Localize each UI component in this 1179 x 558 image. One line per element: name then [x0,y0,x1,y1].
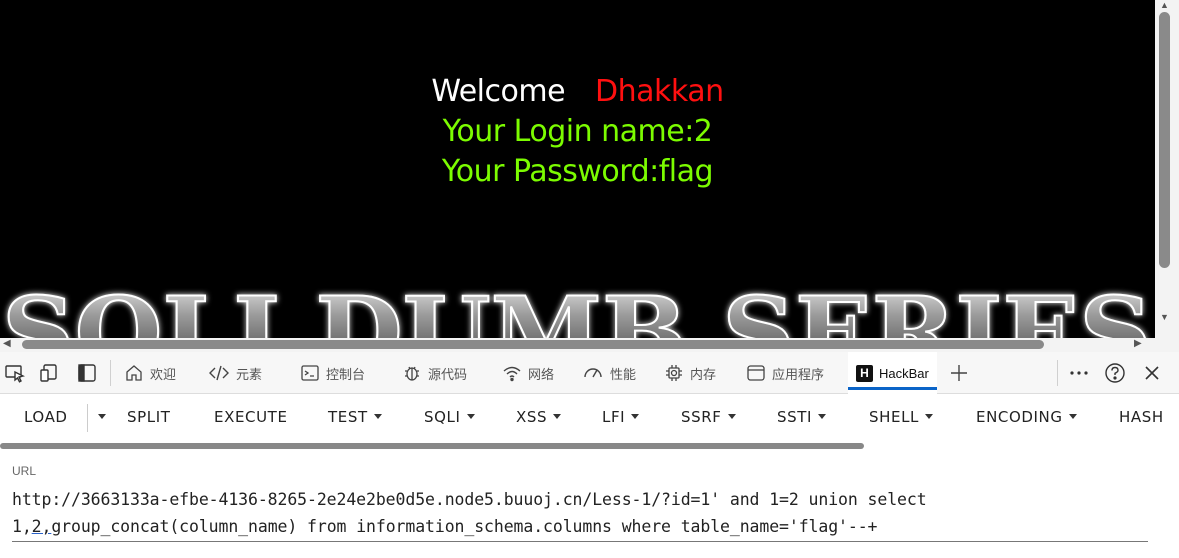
horizontal-scroll-thumb[interactable] [22,340,1044,349]
hackbar-toolbar: LOAD SPLIT EXECUTE TEST SQLI XSS LFI SSR… [0,394,1179,442]
tab-network[interactable]: 网络 [502,352,554,394]
tab-hackbar[interactable]: H HackBar [848,352,937,394]
device-emulation-icon[interactable] [38,362,60,384]
tab-label: 欢迎 [150,366,177,382]
home-icon [126,365,142,381]
tab-elements[interactable]: 元素 [208,352,262,394]
lfi-menu-button[interactable]: LFI [602,408,640,426]
hackbar-toolbar-scrollbar[interactable] [0,443,864,449]
url-textarea[interactable]: http://3663133a-efbe-4136-8265-2e24e2be0… [12,486,1148,542]
chevron-down-icon [1068,414,1077,419]
chevron-down-icon [818,414,827,419]
chevron-down-icon [373,414,382,419]
chevron-down-icon [466,414,475,419]
load-button[interactable]: LOAD [24,408,68,426]
ssrf-label: SSRF [681,408,722,426]
url-label: URL [12,464,37,478]
chevron-down-icon [727,414,736,419]
url-text-part: group_concat(column_name) from informati… [51,517,878,536]
vertical-scroll-thumb[interactable] [1159,12,1170,268]
chip-icon [666,365,682,381]
tab-sources[interactable]: 源代码 [402,352,467,394]
wifi-icon [503,366,521,382]
toolbar-divider [110,360,111,386]
tab-label: 性能 [610,366,637,382]
ssrf-menu-button[interactable]: SSRF [681,408,736,426]
code-icon [209,365,229,381]
hackbar-icon: H [856,364,873,382]
scroll-up-icon[interactable]: ▲ [1160,0,1169,10]
shell-menu-button[interactable]: SHELL [869,408,933,426]
sqli-label: SQLI [424,408,461,426]
tab-label: 网络 [528,366,555,382]
ssti-label: SSTI [777,408,813,426]
chevron-down-icon [631,414,640,419]
xss-label: XSS [516,408,548,426]
inspect-element-icon[interactable] [4,362,26,384]
app-window-icon [747,365,765,381]
chevron-down-icon [925,414,933,419]
more-options-icon[interactable] [1068,362,1090,384]
console-icon [301,365,319,381]
tab-memory[interactable]: 内存 [664,352,716,394]
login-name-text: Your Login name:2 [442,114,713,149]
split-button[interactable]: SPLIT [127,408,171,426]
sqli-menu-button[interactable]: SQLI [424,408,475,426]
devtools-tab-bar: 欢迎 元素 控制台 源代码 网络 性能 内存 应用程序 H HackBar [0,352,1179,394]
sidebar-toggle-icon[interactable] [76,362,98,384]
tab-label: 元素 [236,366,263,382]
url-text[interactable]: http://3663133a-efbe-4136-8265-2e24e2be0… [12,486,1148,540]
sqli-dumb-series-banner: SQLI DUMB SERIES [0,274,1155,338]
tab-welcome[interactable]: 欢迎 [124,352,176,394]
tab-label: HackBar [879,365,929,381]
lfi-label: LFI [602,408,626,426]
test-menu-button[interactable]: TEST [328,408,382,426]
load-dropdown-button[interactable] [92,408,106,426]
tab-label: 内存 [690,366,717,382]
encoding-label: ENCODING [976,408,1063,426]
tab-label: 应用程序 [772,366,825,382]
close-icon[interactable] [1141,362,1163,384]
scroll-left-icon[interactable]: ◀ [3,338,11,349]
gauge-icon [584,368,602,378]
page-viewport: Welcome Dhakkan Your Login name:2 Your Pa… [0,0,1155,338]
scroll-right-icon[interactable]: ▶ [1134,338,1142,349]
xss-menu-button[interactable]: XSS [516,408,562,426]
chevron-down-icon [553,414,562,419]
tab-application[interactable]: 应用程序 [746,352,824,394]
scrollbar-corner [1155,338,1179,352]
chevron-down-icon [98,414,106,419]
encoding-menu-button[interactable]: ENCODING [976,408,1077,426]
scroll-down-icon[interactable]: ▼ [1160,312,1169,322]
horizontal-scrollbar[interactable]: ◀ ▶ [0,338,1155,352]
tab-console[interactable]: 控制台 [300,352,365,394]
password-text: Your Password:flag [441,154,714,189]
toolbar-divider [1057,360,1058,386]
bug-icon [405,366,419,381]
welcome-line: Welcome Dhakkan [0,74,1155,109]
vertical-scrollbar[interactable]: ▲ ▼ [1155,0,1179,338]
execute-button[interactable]: EXECUTE [214,408,288,426]
tab-performance[interactable]: 性能 [582,352,636,394]
url-text-part: 2, [31,517,52,536]
test-label: TEST [328,408,368,426]
user-name: Dhakkan [595,74,724,109]
toolbar-divider [87,404,88,432]
help-icon[interactable] [1104,362,1126,384]
welcome-label: Welcome [431,74,566,109]
shell-label: SHELL [869,408,919,426]
tab-label: 控制台 [326,366,366,382]
hash-menu-button[interactable]: HASH [1119,408,1164,426]
ssti-menu-button[interactable]: SSTI [777,408,827,426]
banner-text: SQLI DUMB SERIES [2,276,1152,338]
add-tab-icon[interactable] [948,362,970,384]
tab-label: 源代码 [428,366,468,382]
